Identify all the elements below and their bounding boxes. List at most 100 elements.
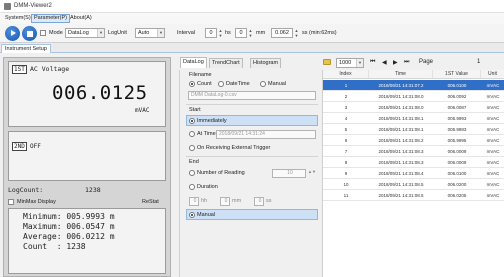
- filename-datetime-label: DateTime: [226, 81, 250, 87]
- mode-select[interactable]: DataLog ▼: [65, 28, 105, 38]
- filename-input[interactable]: DMM DataLog-0.csv: [188, 91, 316, 100]
- cell-value: 006.0009: [447, 160, 467, 165]
- table-row[interactable]: 6 2018/09/21 14:31:08.2 005.9995 mVAC: [323, 135, 504, 146]
- end-number-input[interactable]: 10: [272, 169, 306, 178]
- prev-page-icon[interactable]: ◀: [382, 59, 387, 66]
- cell-unit: mVAC: [486, 193, 500, 198]
- divider: [186, 156, 318, 157]
- cell-index: 10: [343, 182, 349, 187]
- duration-seconds-input[interactable]: 0: [254, 197, 264, 206]
- cell-value: 006.0100: [447, 83, 467, 88]
- interval-hours-input[interactable]: 0: [205, 28, 217, 38]
- cell-time: 2018/09/21 14:31:08.5: [378, 193, 424, 198]
- duration-hours-unit: hh: [201, 198, 208, 204]
- cell-index: 2: [344, 94, 348, 99]
- end-duration-radio[interactable]: [189, 184, 195, 190]
- column-header-unit[interactable]: Unit: [481, 70, 504, 79]
- table-row[interactable]: 10 2018/09/21 14:31:08.5 006.0200 mVAC: [323, 179, 504, 190]
- menu-system[interactable]: System(S): [3, 14, 33, 23]
- interval-minutes-input[interactable]: 0: [235, 28, 247, 38]
- logcount-value: 1238: [85, 186, 101, 194]
- duration-hours-input[interactable]: 0: [189, 197, 199, 206]
- minutes-spinner-icon[interactable]: ▲ ▼: [248, 28, 253, 38]
- column-header-time[interactable]: Time: [369, 70, 433, 79]
- cell-time: 2018/09/21 14:31:08.3: [378, 160, 424, 165]
- table-row[interactable]: 4 2018/09/21 14:31:08.1 005.9993 mVAC: [323, 113, 504, 124]
- primary-display: 1ST AC Voltage 006.0125 mVAC: [8, 61, 166, 127]
- cell-unit: mVAC: [486, 160, 500, 165]
- end-title: End: [189, 159, 199, 165]
- cell-unit: mVAC: [486, 182, 500, 187]
- page-number[interactable]: 1: [477, 59, 480, 65]
- duration-minutes-input[interactable]: 0: [220, 197, 230, 206]
- toolbar: Mode DataLog ▼ LogUnit Auto ▼ Interval 0…: [0, 24, 504, 43]
- page-size-select[interactable]: 1000 ▼: [336, 58, 364, 68]
- chevron-down-icon: ▼: [356, 59, 363, 67]
- tab-trendchart[interactable]: TrendChart: [209, 58, 243, 68]
- table-row[interactable]: 11 2018/09/21 14:31:08.5 006.0205 mVAC: [323, 190, 504, 201]
- next-page-icon[interactable]: ▶: [393, 59, 398, 66]
- end-manual-radio[interactable]: [189, 212, 195, 218]
- cell-time: 2018/09/21 14:31:08.2: [378, 138, 424, 143]
- start-attime-radio[interactable]: [189, 131, 195, 137]
- first-page-icon[interactable]: ⏮: [370, 59, 375, 66]
- secondary-display: 2ND OFF: [8, 131, 166, 181]
- cell-index: 6: [344, 138, 348, 143]
- logunit-select[interactable]: Auto ▼: [135, 28, 165, 38]
- page-label: Page: [419, 59, 434, 65]
- stop-icon[interactable]: [22, 26, 37, 41]
- filename-manual-radio[interactable]: [260, 81, 266, 87]
- end-number-label: Number of Reading: [197, 170, 245, 176]
- restat-button[interactable]: ReStat: [142, 199, 159, 205]
- start-attime-input[interactable]: 2018/09/21 14:31:24: [216, 130, 316, 139]
- logcount-row: LogCount: 1238: [8, 185, 166, 195]
- end-number-spinner-icon[interactable]: ▲▼: [308, 169, 316, 174]
- folder-icon[interactable]: [323, 59, 331, 65]
- cell-unit: mVAC: [486, 105, 500, 110]
- menu-about[interactable]: About(A): [68, 14, 94, 23]
- start-immediately-radio[interactable]: [189, 118, 195, 124]
- cell-index: 1: [344, 83, 348, 88]
- logunit-select-value: Auto: [138, 30, 150, 36]
- tab-datalog[interactable]: DataLog: [180, 57, 207, 68]
- cell-index: 3: [344, 105, 348, 110]
- column-header-index[interactable]: Index: [323, 70, 369, 79]
- cell-unit: mVAC: [486, 149, 500, 154]
- mode-checkbox[interactable]: [40, 30, 46, 36]
- hours-spinner-icon[interactable]: ▲ ▼: [218, 28, 223, 38]
- minmax-row: MinMax Display ReStat: [8, 197, 166, 207]
- app-icon: [4, 3, 11, 10]
- filename-datetime-radio[interactable]: [218, 81, 224, 87]
- main-tab-strip: Instrument Setup: [0, 43, 504, 53]
- last-page-icon[interactable]: ⏭: [404, 59, 409, 66]
- table-row[interactable]: 1 2018/09/21 14:31:07.2 006.0100 mVAC: [323, 80, 504, 91]
- interval-seconds-input[interactable]: 0.062: [271, 28, 293, 38]
- start-trigger-label: On Receiving External Trigger: [197, 145, 271, 151]
- primary-unit: mVAC: [135, 107, 150, 114]
- table-row[interactable]: 9 2018/09/21 14:31:08.4 006.0100 mVAC: [323, 168, 504, 179]
- divider: [186, 104, 318, 105]
- filename-count-label: Count: [197, 81, 212, 87]
- stat-average: Average: 006.0212 m: [23, 232, 115, 241]
- tab-histogram[interactable]: Histogram: [250, 58, 282, 68]
- start-trigger-radio[interactable]: [189, 145, 195, 151]
- minmax-checkbox[interactable]: [8, 199, 14, 205]
- tab-instrument-setup[interactable]: Instrument Setup: [1, 44, 51, 53]
- end-number-radio[interactable]: [189, 170, 195, 176]
- table-row[interactable]: 5 2018/09/21 14:31:08.1 005.9983 mVAC: [323, 124, 504, 135]
- menu-parameter[interactable]: Parameter(P): [31, 14, 71, 23]
- column-header-value[interactable]: 1ST Value: [433, 70, 481, 79]
- table-row[interactable]: 7 2018/09/21 14:31:08.3 006.0009 mVAC: [323, 146, 504, 157]
- start-icon[interactable]: [5, 26, 20, 41]
- table-row[interactable]: 2 2018/09/21 14:31:08.0 006.0092 mVAC: [323, 91, 504, 102]
- cell-time: 2018/09/21 14:31:07.2: [378, 83, 424, 88]
- filename-count-radio[interactable]: [189, 81, 195, 87]
- end-manual-label: Manual: [197, 212, 216, 218]
- cell-time: 2018/09/21 14:31:08.3: [378, 149, 424, 154]
- cell-value: 006.0100: [447, 171, 467, 176]
- table-row[interactable]: 8 2018/09/21 14:31:08.3 006.0009 mVAC: [323, 157, 504, 168]
- stat-minimum: Minimum: 005.9993 m: [23, 212, 115, 221]
- table-row[interactable]: 3 2018/09/21 14:31:08.0 006.0087 mVAC: [323, 102, 504, 113]
- seconds-spinner-icon[interactable]: ▲ ▼: [294, 28, 299, 38]
- mode-select-value: DataLog: [68, 30, 89, 36]
